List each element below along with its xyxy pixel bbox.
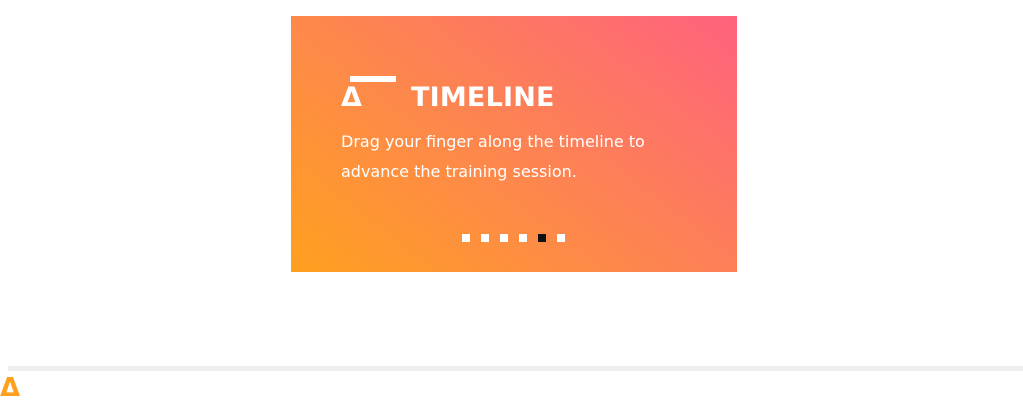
pagination-dot[interactable] [481,234,489,242]
card-title: TIMELINE [411,82,555,113]
delta-logo-icon: Δ [341,82,362,113]
onboarding-card: Δ TIMELINE Drag your finger along the ti… [291,16,737,272]
pagination-dot[interactable] [500,234,508,242]
divider [8,366,1023,371]
brand-logo-icon: Δ [0,373,21,400]
pagination-dot[interactable] [462,234,470,242]
card-description: Drag your finger along the timeline to a… [341,132,645,181]
page: Δ TIMELINE Drag your finger along the ti… [0,0,1023,400]
pagination-dot-active[interactable] [538,234,546,242]
pagination-dot[interactable] [557,234,565,242]
pagination-dot[interactable] [519,234,527,242]
pagination-dots [462,234,565,242]
